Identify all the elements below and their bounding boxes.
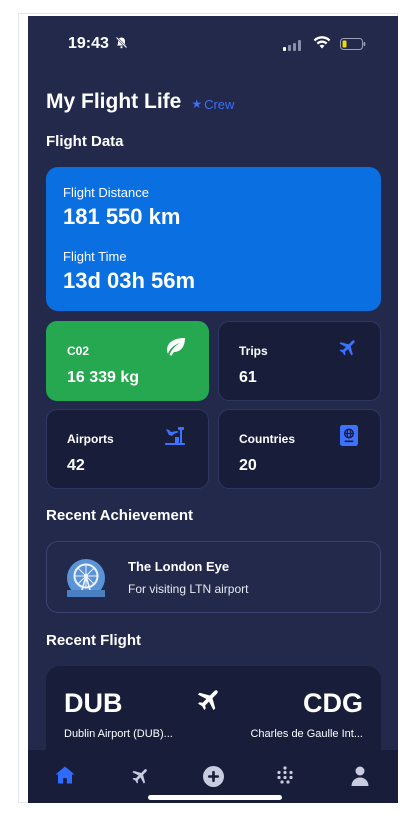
star-icon: ★ <box>191 97 203 111</box>
plane-icon <box>338 337 358 362</box>
airports-value: 42 <box>67 457 85 474</box>
bell-muted-icon <box>115 36 128 54</box>
airports-label: Airports <box>67 432 114 446</box>
co2-label: C02 <box>67 344 90 358</box>
dots-grid-icon <box>276 766 294 788</box>
countries-value: 20 <box>239 457 257 474</box>
trips-tile[interactable]: Trips 61 <box>218 321 381 401</box>
airport-icon <box>164 425 186 452</box>
achievement-subtitle: For visiting LTN airport <box>128 582 249 596</box>
home-indicator <box>148 795 282 800</box>
crew-badge: ★ Crew <box>191 97 234 112</box>
signal-icon <box>283 38 301 56</box>
co2-value: 16 339 kg <box>67 369 140 386</box>
status-bar: 19:43 <box>28 16 398 62</box>
destination-code: CDG <box>303 688 363 718</box>
tab-add[interactable] <box>203 766 224 792</box>
user-icon <box>351 766 369 790</box>
flight-summary-card[interactable]: Flight Distance 181 550 km Flight Time 1… <box>46 167 381 311</box>
origin-airport-name: Dublin Airport (DUB)... <box>64 728 173 740</box>
countries-label: Countries <box>239 432 296 446</box>
co2-tile[interactable]: C02 16 339 kg <box>46 321 209 401</box>
countries-tile[interactable]: Countries 20 <box>218 409 381 489</box>
plus-circle-icon <box>203 766 224 791</box>
london-eye-icon <box>67 559 105 602</box>
crew-badge-label: Crew <box>204 96 235 112</box>
flight-time-value: 13d 03h 56m <box>63 268 196 293</box>
tab-profile[interactable] <box>351 766 369 791</box>
flight-time-label: Flight Time <box>63 249 127 264</box>
plane-icon <box>131 769 150 789</box>
header: My Flight Life ★ Crew <box>46 90 234 114</box>
section-title-recent-flight: Recent Flight <box>46 632 142 649</box>
app-screen: 19:43 My Flight Life ★ Crew Flight Data … <box>28 16 398 803</box>
flight-distance-value: 181 550 km <box>63 204 181 229</box>
plane-icon <box>196 686 222 717</box>
achievement-title: The London Eye <box>128 559 230 574</box>
achievement-card[interactable]: The London Eye For visiting LTN airport <box>46 541 381 613</box>
origin-code: DUB <box>64 688 123 718</box>
destination-airport-name: Charles de Gaulle Int... <box>250 728 363 740</box>
wifi-icon <box>313 36 331 54</box>
tab-flights[interactable] <box>131 766 150 790</box>
page-title: My Flight Life <box>46 90 182 113</box>
airports-tile[interactable]: Airports 42 <box>46 409 209 489</box>
flight-distance-label: Flight Distance <box>63 185 149 200</box>
trips-label: Trips <box>239 344 268 358</box>
tab-stats[interactable] <box>276 766 294 789</box>
tab-home[interactable] <box>55 766 75 789</box>
home-icon <box>55 766 75 788</box>
status-time: 19:43 <box>68 35 109 52</box>
section-title-flight-data: Flight Data <box>46 133 124 150</box>
battery-icon <box>340 37 366 55</box>
leaf-icon <box>164 337 186 362</box>
trips-value: 61 <box>239 369 257 386</box>
passport-icon <box>340 425 358 451</box>
section-title-recent-achievement: Recent Achievement <box>46 507 193 524</box>
